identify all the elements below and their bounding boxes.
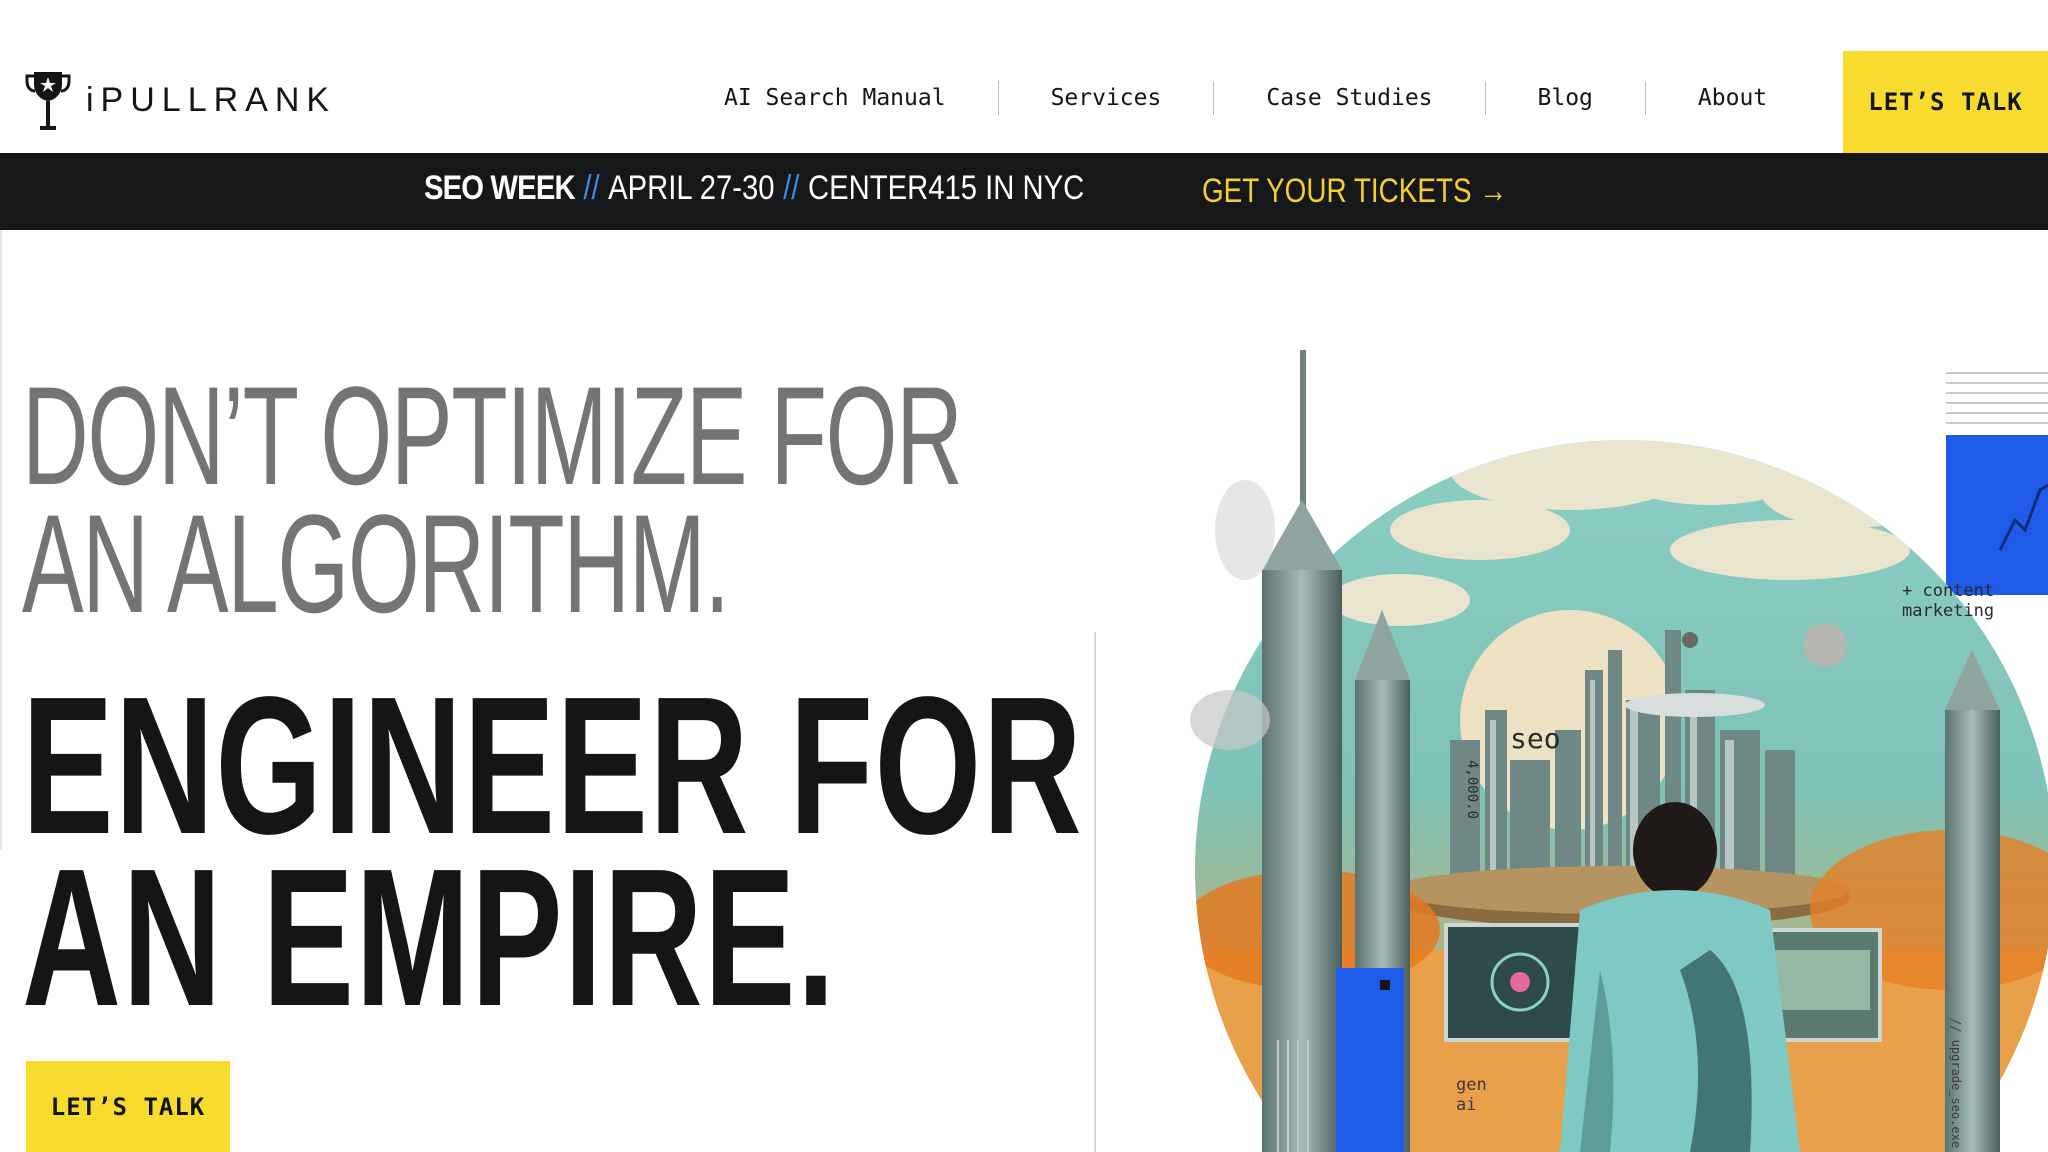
site-header: iPULLRANK AI Search Manual Services Case… [0, 0, 2048, 153]
get-tickets-link[interactable]: GET YOUR TICKETS → [1202, 172, 1507, 211]
event-dates: APRIL 27-30 [608, 169, 775, 207]
label-upgrade: // upgrade_seo.exe [1949, 1018, 1963, 1148]
nav-item-about[interactable]: About [1646, 85, 1819, 111]
label-ai: ai [1456, 1095, 1476, 1115]
lets-talk-header-button[interactable]: LET’S TALK [1843, 51, 2048, 153]
nav-item-case-studies[interactable]: Case Studies [1214, 85, 1484, 111]
event-info: SEO WEEK//APRIL 27-30//CENTER415 IN NYC [424, 169, 1084, 208]
nav-item-ai-search-manual[interactable]: AI Search Manual [700, 85, 998, 111]
label-marketing: marketing [1902, 601, 1994, 621]
label-gen: gen [1456, 1075, 1487, 1095]
label-seo: seo [1510, 722, 1561, 755]
logo[interactable]: iPULLRANK [24, 68, 336, 132]
label-content: + content [1902, 581, 1994, 601]
nav-item-services[interactable]: Services [999, 85, 1214, 111]
label-number: 4,000.0 [1464, 760, 1480, 819]
hero-subheadline-line-2: AN ALGORITHM. [22, 485, 730, 642]
hero-illustration: + content marketing seo 4,000.0 gen ai /… [1190, 350, 2048, 1152]
lets-talk-hero-button[interactable]: LET’S TALK [26, 1061, 230, 1152]
decorative-stripes [1946, 372, 2048, 424]
hero-headline-line-2: AN EMPIRE. [22, 828, 837, 1047]
hero-subheadline: DON’T OPTIMIZE FOR AN ALGORITHM. [22, 366, 963, 634]
event-name: SEO WEEK [424, 169, 576, 207]
hero-headline: ENGINEER FOR AN EMPIRE. [22, 668, 1083, 1036]
event-separator: // [783, 169, 800, 207]
blue-block [1336, 968, 1404, 1152]
blue-panel-right [1946, 435, 2048, 595]
nav-item-blog[interactable]: Blog [1486, 85, 1645, 111]
center-divider [1094, 632, 1096, 1152]
logo-text: iPULLRANK [86, 80, 337, 119]
event-venue: CENTER415 IN NYC [807, 169, 1085, 207]
event-separator: // [583, 169, 600, 207]
trophy-icon [25, 72, 71, 130]
event-banner: SEO WEEK//APRIL 27-30//CENTER415 IN NYC … [0, 153, 2048, 230]
left-divider [0, 230, 2, 850]
main-nav: AI Search Manual Services Case Studies B… [700, 78, 1819, 118]
